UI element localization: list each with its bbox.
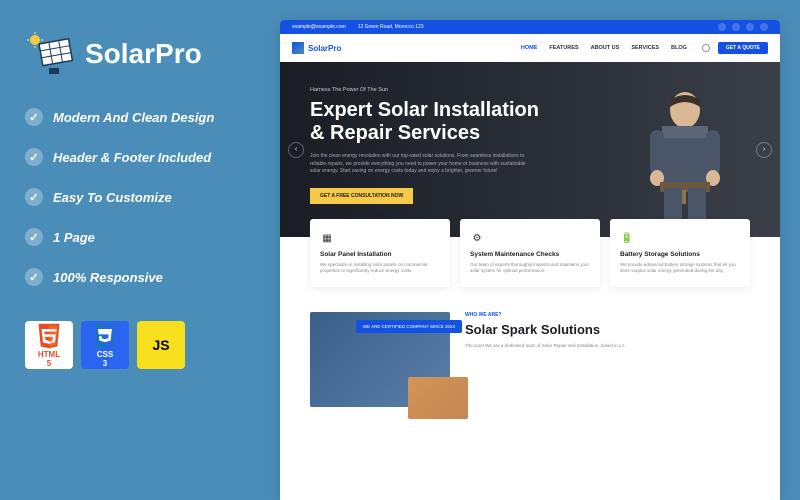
nav-item-features[interactable]: FEATURES <box>549 45 578 51</box>
battery-icon: 🔋 <box>620 231 634 245</box>
html5-badge: HTML5 <box>25 321 73 369</box>
hero-content: Harness The Power Of The Sun Expert Sola… <box>310 87 552 212</box>
nav-brand[interactable]: SolarPro <box>292 42 341 54</box>
check-icon: ✓ <box>25 228 43 246</box>
feature-item: ✓Modern And Clean Design <box>25 108 255 126</box>
navbar: SolarPro HOME FEATURES ABOUT US SERVICES… <box>280 34 780 62</box>
about-eyebrow: WHO WE ARE? <box>465 312 750 318</box>
feature-item: ✓Header & Footer Included <box>25 148 255 166</box>
hero-eyebrow: Harness The Power Of The Sun <box>310 87 552 93</box>
search-icon[interactable] <box>702 44 710 52</box>
certified-badge: WE ARE CERTIFIED COMPANY SINCE 2024 <box>356 320 462 334</box>
about-image-secondary <box>408 377 468 419</box>
nav-item-home[interactable]: HOME <box>521 45 538 51</box>
hero-description: Join the clean energy revolution with ou… <box>310 153 528 176</box>
website-mockup: example@example.com 12 Green Road, Moroc… <box>280 20 780 500</box>
social-icon[interactable] <box>760 23 768 31</box>
about-title: Solar Spark Solutions <box>465 322 750 337</box>
social-icon[interactable] <box>746 23 754 31</box>
solar-panel-icon: ▦ <box>320 231 334 245</box>
service-cards: ▦ Solar Panel Installation We specialize… <box>280 219 780 287</box>
feature-item: ✓1 Page <box>25 228 255 246</box>
social-icon[interactable] <box>718 23 726 31</box>
card-title: Battery Storage Solutions <box>620 251 740 258</box>
social-links <box>718 23 768 31</box>
topbar: example@example.com 12 Green Road, Moroc… <box>280 20 780 34</box>
nav-item-blog[interactable]: BLOG <box>671 45 687 51</box>
topbar-contact: example@example.com 12 Green Road, Moroc… <box>292 24 424 30</box>
check-icon: ✓ <box>25 268 43 286</box>
tech-badges: HTML5 CSS3 JS <box>25 321 255 369</box>
maintenance-icon: ⚙ <box>470 231 484 245</box>
promo-sidebar: SolarPro ✓Modern And Clean Design ✓Heade… <box>0 0 280 500</box>
nav-item-services[interactable]: SERVICES <box>631 45 659 51</box>
brand-block: SolarPro <box>25 30 255 78</box>
check-icon: ✓ <box>25 188 43 206</box>
service-card[interactable]: ▦ Solar Panel Installation We specialize… <box>310 219 450 287</box>
card-description: We specialize in installing solar panels… <box>320 262 440 275</box>
topbar-email: example@example.com <box>292 24 346 30</box>
about-description: The core! We are a dedicated team of Sol… <box>465 343 750 350</box>
hero-section: ‹ › Harness The Power Of The Sun Expert … <box>280 62 780 237</box>
service-card[interactable]: 🔋 Battery Storage Solutions We provide a… <box>610 219 750 287</box>
carousel-prev-icon[interactable]: ‹ <box>288 142 304 158</box>
feature-item: ✓Easy To Customize <box>25 188 255 206</box>
hero-title: Expert Solar Installation & Repair Servi… <box>310 99 552 145</box>
nav-actions: GET A QUOTE <box>702 42 768 54</box>
card-description: Our team of experts thoroughly inspects … <box>470 262 590 275</box>
card-title: System Maintenance Checks <box>470 251 590 258</box>
card-description: We provide advanced battery storage syst… <box>620 262 740 275</box>
check-icon: ✓ <box>25 108 43 126</box>
social-icon[interactable] <box>732 23 740 31</box>
feature-item: ✓100% Responsive <box>25 268 255 286</box>
nav-item-about[interactable]: ABOUT US <box>591 45 620 51</box>
card-title: Solar Panel Installation <box>320 251 440 258</box>
feature-list: ✓Modern And Clean Design ✓Header & Foote… <box>25 108 255 286</box>
hero-technician-image <box>620 82 750 237</box>
topbar-address: 12 Green Road, Morocco 123 <box>358 24 424 30</box>
brand-name: SolarPro <box>85 38 202 70</box>
about-text: WHO WE ARE? Solar Spark Solutions The co… <box>465 312 750 407</box>
css3-badge: CSS3 <box>81 321 129 369</box>
about-image: WE ARE CERTIFIED COMPANY SINCE 2024 <box>310 312 450 407</box>
nav-logo-icon <box>292 42 304 54</box>
nav-menu: HOME FEATURES ABOUT US SERVICES BLOG <box>521 45 687 51</box>
about-section: WE ARE CERTIFIED COMPANY SINCE 2024 WHO … <box>280 287 780 407</box>
solarpro-logo-icon <box>25 30 73 78</box>
hero-cta-button[interactable]: GET A FREE CONSULTATION NOW <box>310 188 413 204</box>
check-icon: ✓ <box>25 148 43 166</box>
service-card[interactable]: ⚙ System Maintenance Checks Our team of … <box>460 219 600 287</box>
js-badge: JS <box>137 321 185 369</box>
carousel-next-icon[interactable]: › <box>756 142 772 158</box>
get-quote-button[interactable]: GET A QUOTE <box>718 42 768 54</box>
